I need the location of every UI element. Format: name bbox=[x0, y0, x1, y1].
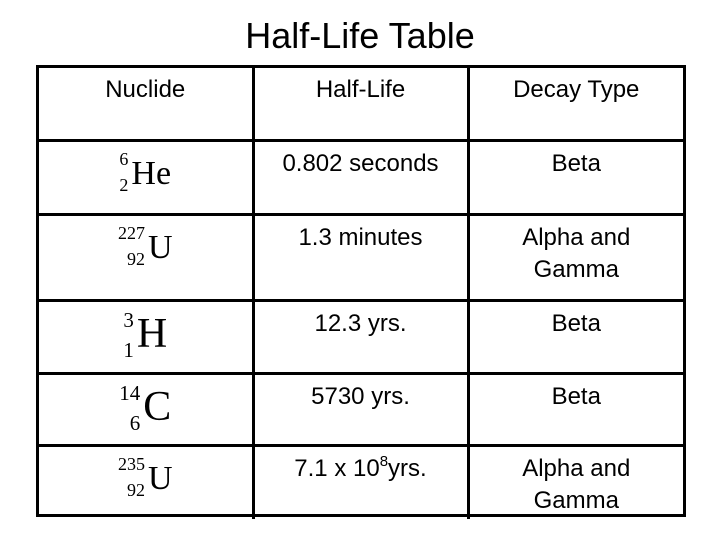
half-life-base: 7.1 x 10 bbox=[294, 454, 380, 482]
table-row: 14 6 C 5730 yrs. Beta bbox=[39, 371, 683, 447]
nuclide-symbol-u227: 227 92 U bbox=[118, 222, 173, 282]
half-life-cell: 0.802 seconds bbox=[251, 138, 470, 216]
element-symbol: He bbox=[131, 154, 172, 192]
decay-type-value: Beta bbox=[551, 149, 601, 177]
mass-number: 6 bbox=[119, 148, 129, 169]
header-nuclide: Nuclide bbox=[39, 68, 255, 142]
header-decay-type: Decay Type bbox=[466, 68, 683, 142]
half-life-unit: yrs. bbox=[388, 454, 427, 482]
decay-type-cell: Beta bbox=[466, 298, 683, 375]
atomic-number: 6 bbox=[129, 410, 141, 435]
half-life-cell: 1.3 minutes bbox=[251, 212, 470, 302]
nuclide-symbol-h3: 3 1H bbox=[123, 308, 167, 368]
decay-type-cell: Beta bbox=[466, 138, 683, 216]
element-symbol: H bbox=[136, 310, 168, 357]
decay-type-line-2: Gamma bbox=[533, 486, 619, 514]
table-row: 235 92 U 7.1 x 108yrs. Alpha and Gamma bbox=[39, 443, 683, 519]
mass-number: 14 bbox=[119, 380, 141, 405]
decay-type-value: Beta bbox=[551, 309, 601, 337]
table-row: 6 2 He 0.802 seconds Beta bbox=[39, 138, 683, 216]
nuclide-symbol-u235: 235 92 U bbox=[118, 453, 173, 513]
decay-type-value: Beta bbox=[551, 382, 601, 410]
atomic-number: 1 bbox=[123, 337, 134, 362]
nuclide-cell: 227 92 U bbox=[39, 212, 255, 302]
half-life-value: 5730 yrs. bbox=[311, 382, 410, 410]
decay-type-cell: Alpha and Gamma bbox=[466, 443, 683, 519]
decay-type-cell: Alpha and Gamma bbox=[466, 212, 683, 302]
half-life-value: 0.802 seconds bbox=[282, 149, 439, 177]
half-life-value: 7.1 x 108yrs. bbox=[255, 447, 467, 485]
decay-type-cell: Beta bbox=[466, 371, 683, 447]
page-title: Half-Life Table bbox=[245, 15, 475, 56]
element-symbol: U bbox=[147, 459, 173, 497]
table-header-row: Nuclide Half-Life Decay Type bbox=[39, 68, 683, 142]
decay-type-line-1: Alpha and bbox=[522, 454, 631, 482]
atomic-number: 2 bbox=[119, 174, 129, 195]
nuclide-cell: 235 92 U bbox=[39, 443, 255, 519]
decay-type-line-1: Alpha and bbox=[522, 223, 631, 251]
mass-number: 227 bbox=[117, 222, 145, 243]
half-life-table: Nuclide Half-Life Decay Type 6 2 He 0.802 … bbox=[36, 65, 686, 519]
element-symbol: U bbox=[147, 228, 173, 266]
nuclide-cell: 3 1H bbox=[39, 298, 255, 375]
half-life-exponent: 8 bbox=[379, 452, 389, 470]
element-symbol: C bbox=[143, 383, 172, 430]
table-row: 3 1H 12.3 yrs. Beta bbox=[39, 298, 683, 375]
decay-type-line-2: Gamma bbox=[533, 255, 619, 283]
mass-number: 3 bbox=[123, 307, 134, 332]
nuclide-symbol-c14: 14 6 C bbox=[119, 381, 171, 441]
header-half-life: Half-Life bbox=[251, 68, 470, 142]
nuclide-cell: 14 6 C bbox=[39, 371, 255, 447]
atomic-number: 92 bbox=[126, 479, 145, 500]
half-life-cell: 7.1 x 108yrs. bbox=[251, 443, 470, 519]
atomic-number: 92 bbox=[126, 248, 145, 269]
nuclide-cell: 6 2 He bbox=[39, 138, 255, 216]
half-life-value: 12.3 yrs. bbox=[314, 309, 407, 337]
mass-number: 235 bbox=[117, 453, 145, 474]
nuclide-symbol-he6: 6 2 He bbox=[119, 148, 171, 208]
half-life-cell: 5730 yrs. bbox=[251, 371, 470, 447]
half-life-value: 1.3 minutes bbox=[298, 223, 423, 251]
table-row: 227 92 U 1.3 minutes Alpha and Gamma bbox=[39, 212, 683, 302]
half-life-cell: 12.3 yrs. bbox=[251, 298, 470, 375]
